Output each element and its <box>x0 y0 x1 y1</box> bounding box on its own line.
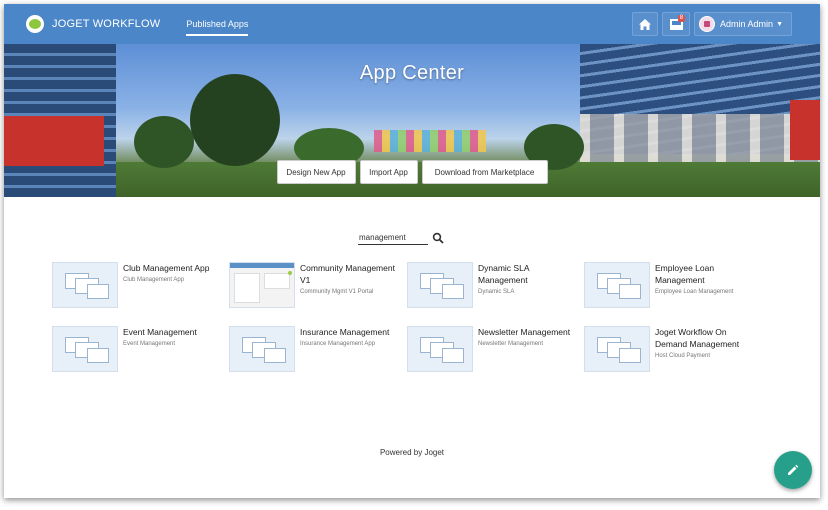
app-card[interactable]: Insurance Management Insurance Management… <box>229 326 401 372</box>
app-info: Community Management V1 Community Mgmt V1… <box>300 262 400 308</box>
app-name[interactable]: Club Management App <box>123 262 223 274</box>
app-info: Employee Loan Management Employee Loan Ma… <box>655 262 755 308</box>
home-button[interactable] <box>632 12 659 36</box>
footer-text: Powered by Joget <box>379 448 445 457</box>
edit-fab-button[interactable] <box>774 451 812 489</box>
import-app-button[interactable]: Import App <box>359 160 418 184</box>
hero-actions: Design New App Import App Download from … <box>4 160 820 184</box>
app-card[interactable]: Event Management Event Management <box>52 326 224 372</box>
search-icon[interactable] <box>432 232 444 244</box>
brand-name: JOGET WORKFLOW <box>52 18 161 30</box>
hero-tree <box>190 74 280 166</box>
navbar-actions: 8 Admin Admin ▼ <box>632 4 820 44</box>
app-search <box>358 231 444 245</box>
app-name[interactable]: Joget Workflow On Demand Management <box>655 326 755 350</box>
inbox-count-badge: 8 <box>677 15 686 22</box>
app-card[interactable]: Employee Loan Management Employee Loan Ma… <box>584 262 756 308</box>
hero-colorful-building <box>374 130 486 152</box>
pencil-icon <box>788 464 799 475</box>
app-info: Event Management Event Management <box>123 326 223 372</box>
app-thumbnail[interactable] <box>229 326 295 372</box>
app-thumbnail[interactable] <box>407 262 473 308</box>
app-name[interactable]: Event Management <box>123 326 223 338</box>
tab-published-apps[interactable]: Published Apps <box>186 15 249 36</box>
download-marketplace-button[interactable]: Download from Marketplace <box>421 160 548 184</box>
app-info: Insurance Management Insurance Management… <box>300 326 400 372</box>
inbox-button[interactable]: 8 <box>662 12 691 36</box>
home-icon <box>639 18 652 30</box>
page-title: App Center <box>359 62 465 84</box>
app-name[interactable]: Newsletter Management <box>478 326 578 338</box>
app-thumbnail[interactable] <box>584 262 650 308</box>
design-new-app-button[interactable]: Design New App <box>276 160 356 184</box>
app-thumbnail[interactable] <box>407 326 473 372</box>
app-description: Employee Loan Management <box>655 289 734 295</box>
app-thumbnail[interactable] <box>52 262 118 308</box>
brand[interactable]: JOGET WORKFLOW <box>26 15 160 33</box>
hero-red-wall <box>4 116 104 166</box>
app-description: Dynamic SLA <box>478 289 515 295</box>
app-description: Event Management <box>123 341 176 347</box>
app-description: Newsletter Management <box>478 341 544 347</box>
app-info: Joget Workflow On Demand Management Host … <box>655 326 755 372</box>
avatar <box>699 16 716 32</box>
search-input[interactable] <box>358 231 428 245</box>
app-name[interactable]: Employee Loan Management <box>655 262 755 286</box>
app-info: Dynamic SLA Management Dynamic SLA <box>478 262 578 308</box>
user-menu[interactable]: Admin Admin ▼ <box>694 12 792 36</box>
app-center-window: JOGET WORKFLOW Published Apps 8 Admin Ad… <box>4 4 820 498</box>
app-thumbnail[interactable] <box>584 326 650 372</box>
top-navbar: JOGET WORKFLOW Published Apps 8 Admin Ad… <box>4 4 820 44</box>
app-card[interactable]: Dynamic SLA Management Dynamic SLA <box>407 262 579 308</box>
app-thumbnail[interactable] <box>229 262 295 308</box>
hero-banner: App Center Design New App Import App Dow… <box>4 44 820 197</box>
app-info: Club Management App Club Management App <box>123 262 223 308</box>
app-name[interactable]: Insurance Management <box>300 326 400 338</box>
app-info: Newsletter Management Newsletter Manageme… <box>478 326 578 372</box>
app-card[interactable]: Joget Workflow On Demand Management Host … <box>584 326 756 372</box>
app-description: Host Cloud Payment <box>655 353 711 359</box>
app-thumbnail[interactable] <box>52 326 118 372</box>
user-name: Admin Admin <box>720 19 774 29</box>
caret-down-icon: ▼ <box>776 20 783 28</box>
joget-logo-icon <box>26 15 44 33</box>
app-card[interactable]: Community Management V1 Community Mgmt V1… <box>229 262 401 308</box>
app-description: Community Mgmt V1 Portal <box>300 289 374 295</box>
app-description: Insurance Management App <box>300 341 376 347</box>
app-card[interactable]: Newsletter Management Newsletter Manageme… <box>407 326 579 372</box>
app-name[interactable]: Dynamic SLA Management <box>478 262 578 286</box>
app-name[interactable]: Community Management V1 <box>300 262 400 286</box>
hero-red-wall <box>790 100 820 160</box>
app-card[interactable]: Club Management App Club Management App <box>52 262 224 308</box>
app-description: Club Management App <box>123 277 185 283</box>
